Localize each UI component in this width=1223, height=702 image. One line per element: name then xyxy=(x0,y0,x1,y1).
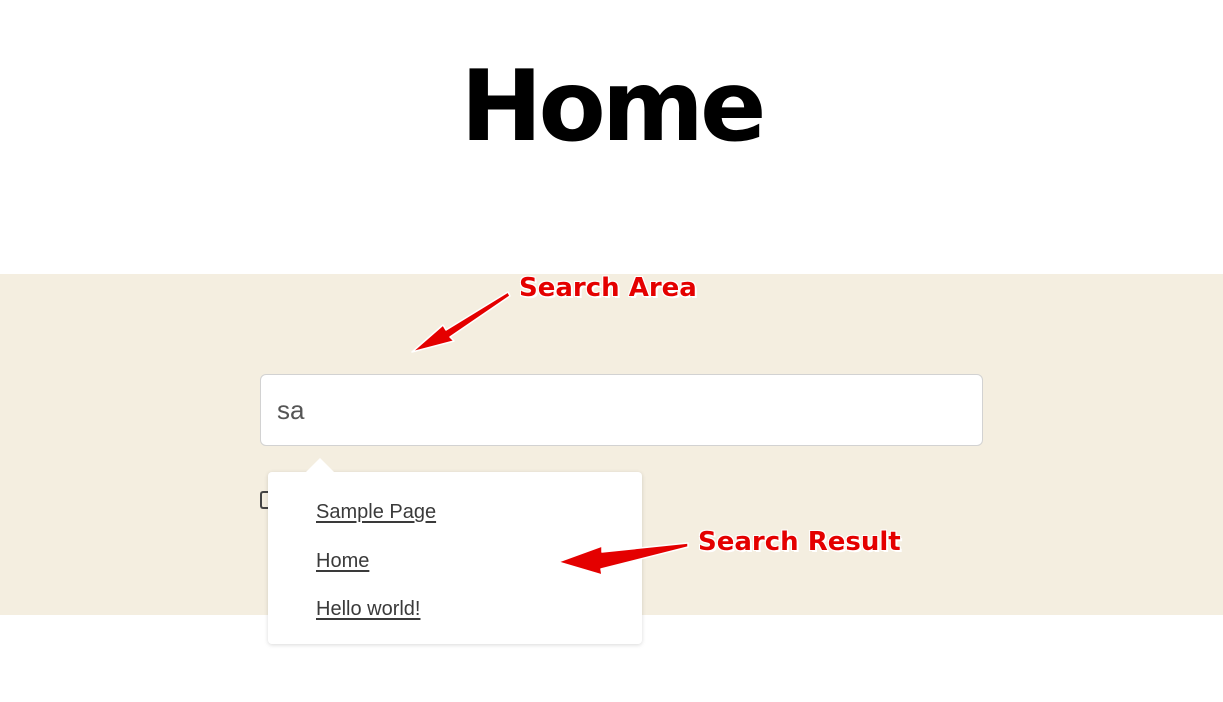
page-title: Home xyxy=(460,50,767,164)
annotation-search-result-label: Search Result xyxy=(698,527,901,557)
search-result-link[interactable]: Home xyxy=(316,550,369,573)
search-input[interactable] xyxy=(260,374,983,446)
dropdown-pointer xyxy=(306,458,334,472)
annotation-search-area-label: Search Area xyxy=(519,273,697,303)
search-results-dropdown: Sample Page Home Hello world! xyxy=(268,458,642,644)
page: Home Sample Page Home Hello world! Searc… xyxy=(0,0,1223,702)
search-result-link[interactable]: Sample Page xyxy=(316,501,436,524)
search-result-link[interactable]: Hello world! xyxy=(316,598,420,621)
